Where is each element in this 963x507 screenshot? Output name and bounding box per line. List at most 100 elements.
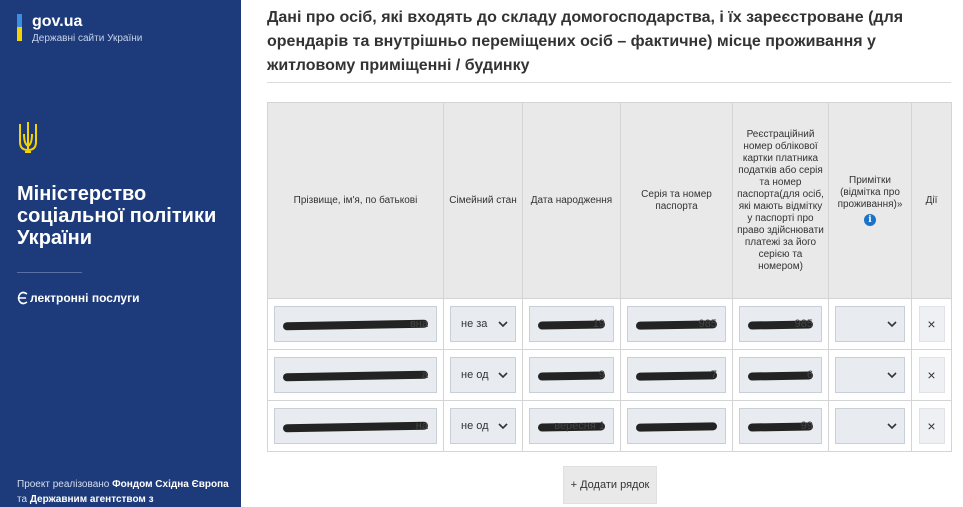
name-input-text: вна xyxy=(409,318,428,330)
tax-number-cell: 99 xyxy=(732,400,829,452)
tax-number-cell: 985 xyxy=(732,298,829,350)
ministry-name: Міністерство соціальної політики України xyxy=(17,183,217,249)
table-row: а не од 9 7 6 × xyxy=(267,349,952,401)
delete-row-button[interactable]: × xyxy=(918,408,945,444)
birth-date-input-text: вересня 1 xyxy=(554,420,605,432)
redaction-mark xyxy=(282,319,429,331)
family-status-select[interactable]: не од xyxy=(450,357,516,393)
name-input-text: на xyxy=(415,420,428,432)
trident-icon xyxy=(19,122,37,153)
birth-date-input[interactable]: вересня 1 xyxy=(529,408,614,444)
family-status-cell: не за xyxy=(443,298,523,350)
sidebar: gov.ua Державні сайти України Міністерст… xyxy=(0,0,241,507)
heading-divider xyxy=(267,82,951,83)
chevron-down-icon xyxy=(887,321,897,328)
main-content: Дані про осіб, які входять до складу дом… xyxy=(267,0,963,507)
redaction-mark xyxy=(635,371,718,381)
family-status-value: не од xyxy=(461,369,489,381)
ukraine-flag-icon xyxy=(17,14,22,41)
tax-number-input[interactable]: 6 xyxy=(739,357,822,393)
notes-cell xyxy=(828,400,912,452)
name-cell: а xyxy=(267,349,444,401)
eservices-label: лектронні послуги xyxy=(30,291,140,305)
birth-date-input-text: 9 xyxy=(598,369,605,381)
passport-cell xyxy=(620,400,733,452)
notes-header-label: Примітки (відмітка про проживання)» xyxy=(837,175,903,210)
birth-date-cell: 19 xyxy=(522,298,621,350)
household-table: Прізвище, ім'я, по батькові Сімейний ста… xyxy=(267,102,952,452)
tax-number-input-text: 6 xyxy=(806,369,813,381)
column-header-actions: Дії xyxy=(911,102,952,299)
column-header-tax-number: Реєстраційний номер облікової картки пла… xyxy=(732,102,829,299)
footer-note: Проект реалізовано Фондом Східна Європа … xyxy=(17,477,232,507)
eservices-link[interactable]: лектронні послуги xyxy=(17,291,139,305)
info-icon[interactable]: i xyxy=(864,214,876,226)
chevron-down-icon xyxy=(498,372,508,379)
passport-input-text: 7 xyxy=(710,369,717,381)
name-input[interactable]: вна xyxy=(274,306,437,342)
sidebar-divider xyxy=(17,272,82,273)
redaction-mark xyxy=(537,371,606,381)
name-cell: вна xyxy=(267,298,444,350)
eservices-logo-icon xyxy=(17,291,28,305)
column-header-family-status: Сімейний стан xyxy=(443,102,523,299)
name-input[interactable]: а xyxy=(274,357,437,393)
footer-prefix: Проект реалізовано xyxy=(17,479,113,490)
family-status-select[interactable]: не од xyxy=(450,408,516,444)
section-heading: Дані про осіб, які входять до складу дом… xyxy=(267,9,904,74)
passport-input[interactable] xyxy=(627,408,726,444)
chevron-down-icon xyxy=(887,423,897,430)
passport-cell: 985 xyxy=(620,298,733,350)
table-row: на не од вересня 1 99 × xyxy=(267,400,952,452)
redaction-mark xyxy=(747,371,814,381)
redaction-mark xyxy=(282,370,429,382)
name-input-text: а xyxy=(421,369,428,381)
notes-select[interactable] xyxy=(835,408,905,444)
add-row-button[interactable]: + Додати рядок xyxy=(563,466,657,504)
table-row: вна не за 19 985 985 × xyxy=(267,298,952,350)
passport-input[interactable]: 985 xyxy=(627,306,726,342)
delete-row-button[interactable]: × xyxy=(918,306,945,342)
column-header-notes: Примітки (відмітка про проживання)» i xyxy=(828,102,912,299)
redaction-mark xyxy=(635,422,718,432)
notes-cell xyxy=(828,298,912,350)
actions-cell: × xyxy=(911,400,952,452)
column-header-birth-date: Дата народження xyxy=(522,102,621,299)
family-status-value: не за xyxy=(461,318,488,330)
table-header-row: Прізвище, ім'я, по батькові Сімейний ста… xyxy=(267,102,952,299)
govua-logo-link[interactable]: gov.ua Державні сайти України xyxy=(17,13,142,44)
govua-subtitle: Державні сайти України xyxy=(32,33,143,44)
chevron-down-icon xyxy=(498,423,508,430)
family-status-select[interactable]: не за xyxy=(450,306,516,342)
family-status-cell: не од xyxy=(443,349,523,401)
birth-date-cell: 9 xyxy=(522,349,621,401)
tax-number-input[interactable]: 985 xyxy=(739,306,822,342)
chevron-down-icon xyxy=(887,372,897,379)
actions-cell: × xyxy=(911,349,952,401)
passport-input[interactable]: 7 xyxy=(627,357,726,393)
birth-date-input[interactable]: 19 xyxy=(529,306,614,342)
birth-date-input[interactable]: 9 xyxy=(529,357,614,393)
chevron-down-icon xyxy=(498,321,508,328)
birth-date-input-text: 19 xyxy=(592,318,605,330)
notes-select[interactable] xyxy=(835,306,905,342)
name-input[interactable]: на xyxy=(274,408,437,444)
passport-input-text: 985 xyxy=(698,318,717,330)
family-status-value: не од xyxy=(461,420,489,432)
birth-date-cell: вересня 1 xyxy=(522,400,621,452)
notes-cell xyxy=(828,349,912,401)
family-status-cell: не од xyxy=(443,400,523,452)
tax-number-cell: 6 xyxy=(732,349,829,401)
footer-link-fund[interactable]: Фондом Східна Європа xyxy=(112,479,229,490)
tax-number-input[interactable]: 99 xyxy=(739,408,822,444)
footer-mid: та xyxy=(17,494,30,505)
govua-title: gov.ua xyxy=(32,13,83,30)
tax-number-input-text: 99 xyxy=(800,420,813,432)
passport-cell: 7 xyxy=(620,349,733,401)
redaction-mark xyxy=(282,421,429,433)
delete-row-button[interactable]: × xyxy=(918,357,945,393)
column-header-name: Прізвище, ім'я, по батькові xyxy=(267,102,444,299)
footer-link-agency[interactable]: Державним агентством з xyxy=(30,494,154,505)
name-cell: на xyxy=(267,400,444,452)
notes-select[interactable] xyxy=(835,357,905,393)
